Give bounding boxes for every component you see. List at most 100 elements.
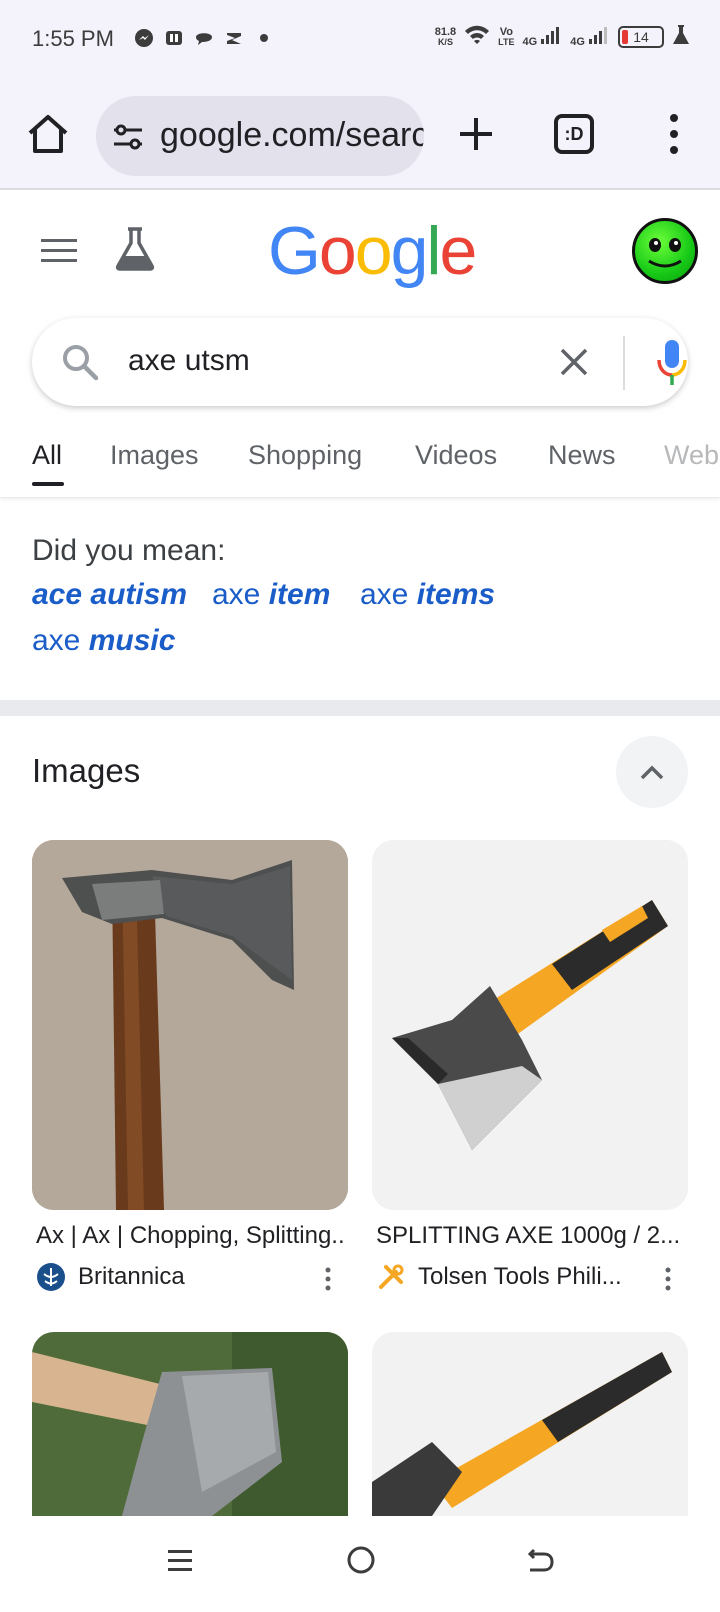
signal-2: 4G xyxy=(570,25,610,48)
image-result-source[interactable]: Tolsen Tools Phili... xyxy=(376,1262,622,1292)
search-box[interactable]: axe utsm xyxy=(32,318,688,406)
site-settings-icon[interactable] xyxy=(112,122,144,152)
app-notification-icon xyxy=(164,28,184,48)
tab-shopping[interactable]: Shopping xyxy=(248,440,362,471)
notification-icons xyxy=(134,28,274,48)
tab-switcher-button[interactable]: :D xyxy=(554,114,594,154)
result-more-button[interactable] xyxy=(324,1266,332,1292)
address-bar[interactable]: google.com/search xyxy=(96,96,424,176)
source-name: Britannica xyxy=(78,1263,185,1290)
did-you-mean-label: Did you mean: xyxy=(32,534,226,567)
google-logo[interactable]: Google xyxy=(268,212,478,290)
tab-all[interactable]: All xyxy=(32,440,62,471)
axe-on-log-image xyxy=(32,1332,348,1516)
new-tab-button[interactable] xyxy=(452,110,500,158)
dot-icon xyxy=(254,28,274,48)
network-speed-value: 81.8 xyxy=(434,25,457,38)
splitting-axe-image xyxy=(372,840,688,1210)
suggestion-plain: axe xyxy=(212,578,269,611)
tab-images[interactable]: Images xyxy=(110,440,199,471)
google-header: Google xyxy=(0,192,720,312)
suggestion-link[interactable]: axe item xyxy=(212,578,330,612)
wifi-icon xyxy=(464,24,490,49)
suggestion-plain: axe xyxy=(32,624,89,657)
labs-status-icon xyxy=(672,24,690,49)
tab-news[interactable]: News xyxy=(548,440,616,471)
home-button[interactable] xyxy=(26,112,70,156)
collapse-images-button[interactable] xyxy=(616,736,688,808)
search-tabs: All Images Shopping Videos News Web xyxy=(0,430,720,498)
logo-letter: g xyxy=(390,213,429,289)
main-menu-button[interactable] xyxy=(40,236,78,266)
labs-button[interactable] xyxy=(114,226,156,272)
tab-videos[interactable]: Videos xyxy=(415,440,497,471)
image-result[interactable] xyxy=(372,840,688,1210)
hamburger-icon xyxy=(41,239,77,262)
messenger-icon xyxy=(134,28,154,48)
suggestion-bold: items xyxy=(416,578,496,611)
mic-icon xyxy=(657,340,687,385)
suggestion-link[interactable]: ace autism xyxy=(32,578,187,612)
status-time: 1:55 PM xyxy=(32,26,114,51)
chat-icon xyxy=(194,28,214,48)
image-result-title[interactable]: SPLITTING AXE 1000g / 2... xyxy=(376,1222,686,1250)
browser-toolbar: google.com/search :D xyxy=(0,80,720,190)
tab-web[interactable]: Web xyxy=(664,440,719,471)
logo-letter: o xyxy=(318,213,357,289)
url-text: google.com/search xyxy=(160,116,424,154)
battery-level: 14 xyxy=(633,28,649,45)
image-result[interactable] xyxy=(32,840,348,1210)
recents-icon xyxy=(168,1550,192,1571)
volte-bottom: LTE xyxy=(498,36,515,47)
close-icon xyxy=(560,348,588,376)
recents-button[interactable] xyxy=(166,1546,194,1581)
avatar-face-icon xyxy=(648,238,682,268)
signal-1: 4G xyxy=(523,25,563,48)
did-you-mean: Did you mean: ace autism axe item axe it… xyxy=(32,534,495,657)
suggestion-bold: music xyxy=(88,624,176,657)
image-result[interactable] xyxy=(372,1332,688,1516)
suggestion-link[interactable]: axe items xyxy=(360,578,495,612)
battery-icon: 14 xyxy=(618,25,664,48)
images-section-title: Images xyxy=(32,752,141,789)
logo-letter: G xyxy=(268,213,321,289)
battery-fill xyxy=(622,29,628,44)
source-name: Tolsen Tools Phili... xyxy=(418,1263,622,1290)
suggestion-bold: item xyxy=(268,578,331,611)
capcut-icon xyxy=(224,28,244,48)
more-vert-icon xyxy=(665,1267,671,1291)
circle-home-icon xyxy=(347,1546,375,1574)
signal-1-label: 4G xyxy=(522,36,538,48)
back-icon xyxy=(527,1548,554,1572)
plus-icon xyxy=(460,118,492,150)
home-nav-button[interactable] xyxy=(345,1544,377,1581)
signal-2-label: 4G xyxy=(570,36,585,48)
clear-search-button[interactable] xyxy=(554,342,594,382)
image-result[interactable] xyxy=(32,1332,348,1516)
flask-icon xyxy=(115,227,155,271)
section-separator xyxy=(0,700,720,716)
active-tab-indicator xyxy=(32,482,64,486)
axe-photo-image xyxy=(32,840,348,1210)
image-result-title[interactable]: Ax | Ax | Chopping, Splitting... xyxy=(36,1222,346,1250)
image-result-source[interactable]: Britannica xyxy=(36,1262,185,1292)
suggestion-link[interactable]: axe music xyxy=(32,624,175,658)
more-vert-icon xyxy=(670,114,678,154)
account-avatar[interactable] xyxy=(632,218,698,284)
more-vert-icon xyxy=(325,1267,331,1291)
result-more-button[interactable] xyxy=(664,1266,672,1292)
back-button[interactable] xyxy=(524,1544,556,1581)
britannica-logo-icon xyxy=(37,1263,65,1291)
search-icon xyxy=(60,342,100,382)
volte-top: Vo xyxy=(499,25,513,38)
search-input[interactable]: axe utsm xyxy=(128,344,250,378)
logo-letter: e xyxy=(439,213,478,289)
browser-menu-button[interactable] xyxy=(664,108,684,160)
voice-search-button[interactable] xyxy=(654,338,690,388)
system-nav-bar xyxy=(0,1516,720,1612)
logo-letter: l xyxy=(426,213,441,289)
home-icon xyxy=(28,115,68,153)
search-divider xyxy=(623,336,625,390)
network-speed-unit: K/S xyxy=(437,36,453,47)
suggestion-bold: ace autism xyxy=(32,578,188,611)
